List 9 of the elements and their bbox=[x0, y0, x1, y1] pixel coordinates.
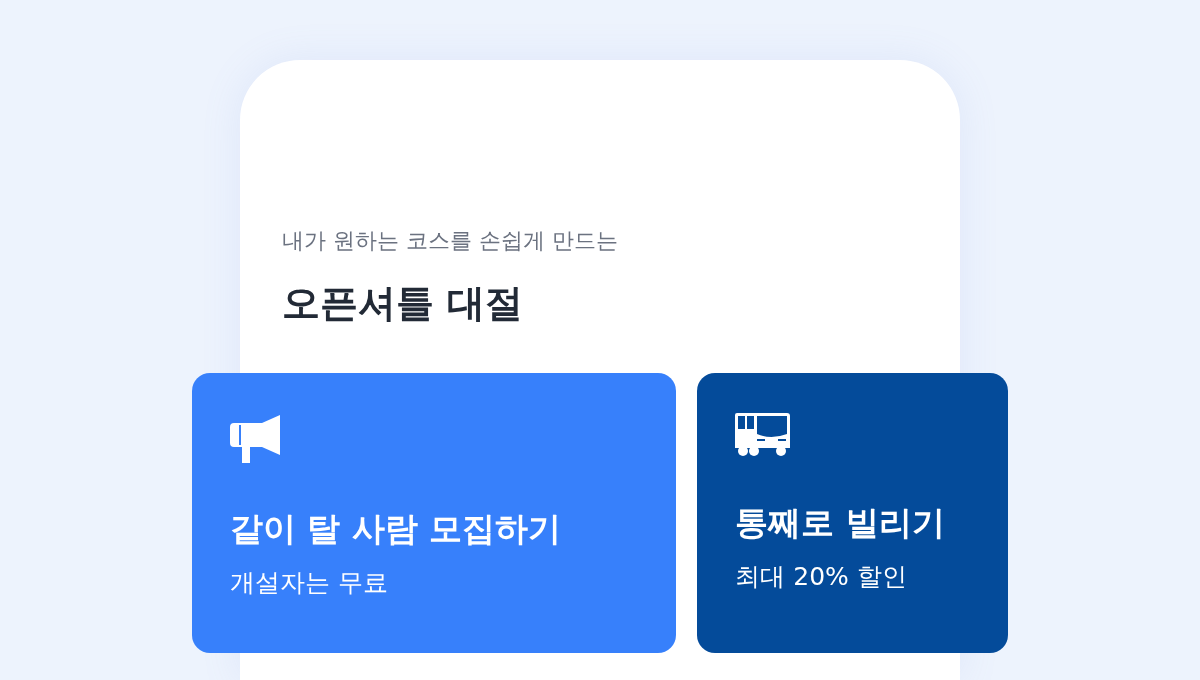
card-title: 같이 탈 사람 모집하기 bbox=[230, 508, 563, 550]
page-title: 오픈셔틀 대절 bbox=[282, 280, 525, 327]
card-title: 통째로 빌리기 bbox=[735, 502, 946, 544]
subtitle: 내가 원하는 코스를 손쉽게 만드는 bbox=[282, 227, 619, 255]
card-caption: 최대 20% 할인 bbox=[735, 561, 908, 593]
option-card[interactable]: 통째로 빌리기 최대 20% 할인 bbox=[697, 373, 1008, 653]
option-card[interactable]: 같이 탈 사람 모집하기 개설자는 무료 bbox=[192, 373, 677, 653]
card-caption: 개설자는 무료 bbox=[230, 567, 389, 599]
bus-icon bbox=[735, 413, 792, 457]
